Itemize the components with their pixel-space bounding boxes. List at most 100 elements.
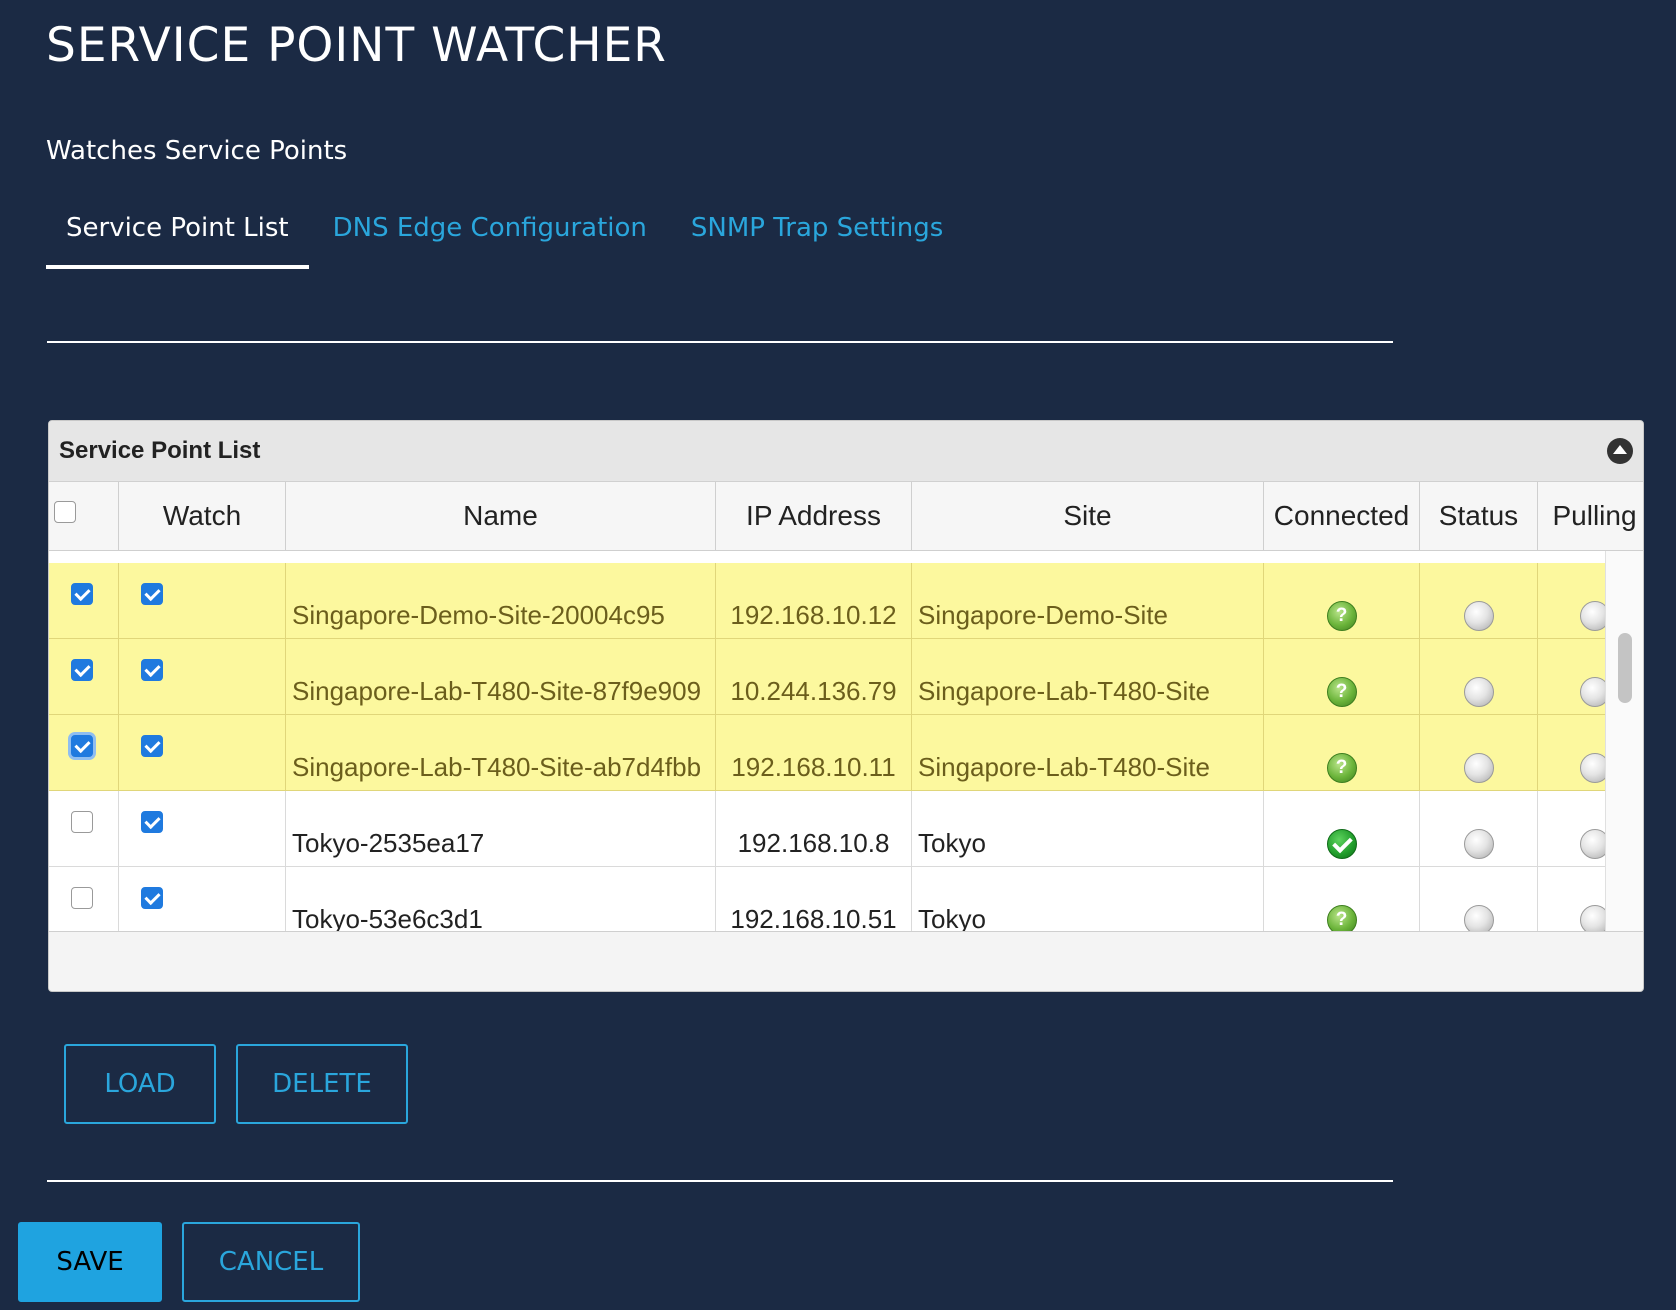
table-row[interactable]: Tokyo-53e6c3d1 192.168.10.51 Tokyo? xyxy=(49,867,1605,931)
page-title: SERVICE POINT WATCHER xyxy=(46,18,667,73)
watch-cell xyxy=(119,715,286,791)
connected-unknown-icon: ? xyxy=(1326,677,1357,707)
pulling-indicator-icon xyxy=(1579,829,1605,859)
watch-checkbox[interactable] xyxy=(141,887,163,909)
scrollbar-thumb[interactable] xyxy=(1618,633,1632,703)
watch-checkbox[interactable] xyxy=(141,735,163,757)
pulling-cell xyxy=(1538,867,1605,931)
watch-cell xyxy=(119,639,286,715)
site-cell: Tokyo xyxy=(912,867,1264,931)
watch-checkbox[interactable] xyxy=(141,659,163,681)
column-header-connected[interactable]: Connected xyxy=(1264,482,1420,550)
ip-address-cell: 192.168.10.12 xyxy=(716,563,912,639)
site-cell: Singapore-Lab-T480-Site xyxy=(912,715,1264,791)
panel-footer xyxy=(49,931,1643,991)
watch-checkbox[interactable] xyxy=(141,583,163,605)
status-indicator-icon xyxy=(1463,905,1494,931)
watch-cell xyxy=(119,867,286,931)
row-select-checkbox[interactable] xyxy=(71,735,93,757)
connected-cell: ? xyxy=(1264,639,1420,715)
ip-address-cell: 192.168.10.51 xyxy=(716,867,912,931)
name-cell: Tokyo-53e6c3d1 xyxy=(286,867,716,931)
column-header-status[interactable]: Status xyxy=(1420,482,1538,550)
name-cell: Singapore-Lab-T480-Site-ab7d4fbb xyxy=(286,715,716,791)
tab-bar: Service Point List DNS Edge Configuratio… xyxy=(46,205,963,269)
panel-header: Service Point List xyxy=(49,421,1643,482)
column-header-name[interactable]: Name xyxy=(286,482,716,550)
row-select-cell xyxy=(49,867,119,931)
row-select-checkbox[interactable] xyxy=(71,811,93,833)
row-select-checkbox[interactable] xyxy=(71,887,93,909)
status-cell xyxy=(1420,791,1538,867)
ip-address-cell: 10.244.136.79 xyxy=(716,639,912,715)
pulling-cell xyxy=(1538,791,1605,867)
name-cell: Tokyo-2535ea17 xyxy=(286,791,716,867)
delete-button[interactable]: DELETE xyxy=(236,1044,408,1124)
site-cell: Singapore-Demo-Site xyxy=(912,563,1264,639)
connected-unknown-icon: ? xyxy=(1326,753,1357,783)
row-select-checkbox[interactable] xyxy=(71,583,93,605)
connected-cell: ? xyxy=(1264,715,1420,791)
watch-checkbox[interactable] xyxy=(141,811,163,833)
status-cell xyxy=(1420,867,1538,931)
ip-address-cell: 192.168.10.11 xyxy=(716,715,912,791)
divider-bottom xyxy=(47,1180,1393,1182)
name-cell: Singapore-Lab-T480-Site-87f9e909 xyxy=(286,639,716,715)
load-button[interactable]: LOAD xyxy=(64,1044,216,1124)
table-row[interactable]: Singapore-Lab-T480-Site-ab7d4fbb 192.168.… xyxy=(49,715,1605,791)
connected-unknown-icon: ? xyxy=(1326,601,1357,631)
select-all-checkbox[interactable] xyxy=(54,501,76,523)
table-scrollbar[interactable] xyxy=(1605,551,1643,931)
column-header-site[interactable]: Site xyxy=(912,482,1264,550)
site-cell: Tokyo xyxy=(912,791,1264,867)
connected-check-icon xyxy=(1326,829,1357,859)
pulling-cell xyxy=(1538,563,1605,639)
row-select-cell xyxy=(49,639,119,715)
pulling-cell xyxy=(1538,715,1605,791)
column-select-all xyxy=(49,482,119,550)
watch-cell xyxy=(119,791,286,867)
status-cell xyxy=(1420,639,1538,715)
divider xyxy=(47,341,1393,343)
status-cell xyxy=(1420,715,1538,791)
pulling-indicator-icon xyxy=(1579,601,1605,631)
table-row[interactable]: Singapore-Lab-T480-Site-87f9e909 10.244.1… xyxy=(49,639,1605,715)
row-select-checkbox[interactable] xyxy=(71,659,93,681)
table-row[interactable]: Tokyo-2535ea17 192.168.10.8 Tokyo xyxy=(49,791,1605,867)
service-point-panel: Service Point List Watch Name IP Address… xyxy=(48,420,1644,992)
table-header: Watch Name IP Address Site Connected Sta… xyxy=(49,482,1643,551)
tab-snmp-trap-settings[interactable]: SNMP Trap Settings xyxy=(671,205,963,269)
watch-cell xyxy=(119,563,286,639)
pulling-indicator-icon xyxy=(1579,677,1605,707)
pulling-cell xyxy=(1538,639,1605,715)
column-header-pulling[interactable]: Pulling xyxy=(1538,482,1643,550)
page-subtitle: Watches Service Points xyxy=(46,136,348,166)
row-select-cell xyxy=(49,715,119,791)
ip-address-cell: 192.168.10.8 xyxy=(716,791,912,867)
connected-unknown-icon: ? xyxy=(1326,905,1357,931)
save-button[interactable]: SAVE xyxy=(18,1222,162,1302)
tab-service-point-list[interactable]: Service Point List xyxy=(46,205,309,269)
name-cell: Singapore-Demo-Site-20004c95 xyxy=(286,563,716,639)
pulling-indicator-icon xyxy=(1579,753,1605,783)
pulling-indicator-icon xyxy=(1579,905,1605,931)
connected-cell: ? xyxy=(1264,867,1420,931)
connected-cell: ? xyxy=(1264,563,1420,639)
status-indicator-icon xyxy=(1463,829,1494,859)
column-header-watch[interactable]: Watch xyxy=(119,482,286,550)
panel-title: Service Point List xyxy=(59,437,261,464)
cancel-button[interactable]: CANCEL xyxy=(182,1222,360,1302)
status-indicator-icon xyxy=(1463,677,1494,707)
status-indicator-icon xyxy=(1463,601,1494,631)
table-row[interactable]: Singapore-Demo-Site-20004c95 192.168.10.1… xyxy=(49,563,1605,639)
table-body: Singapore-Demo-Site-20004c95 192.168.10.1… xyxy=(49,551,1605,931)
status-indicator-icon xyxy=(1463,753,1494,783)
column-header-ip-address[interactable]: IP Address xyxy=(716,482,912,550)
site-cell: Singapore-Lab-T480-Site xyxy=(912,639,1264,715)
row-select-cell xyxy=(49,563,119,639)
tab-dns-edge-configuration[interactable]: DNS Edge Configuration xyxy=(313,205,667,269)
row-select-cell xyxy=(49,791,119,867)
collapse-icon[interactable] xyxy=(1607,438,1633,464)
connected-cell xyxy=(1264,791,1420,867)
status-cell xyxy=(1420,563,1538,639)
